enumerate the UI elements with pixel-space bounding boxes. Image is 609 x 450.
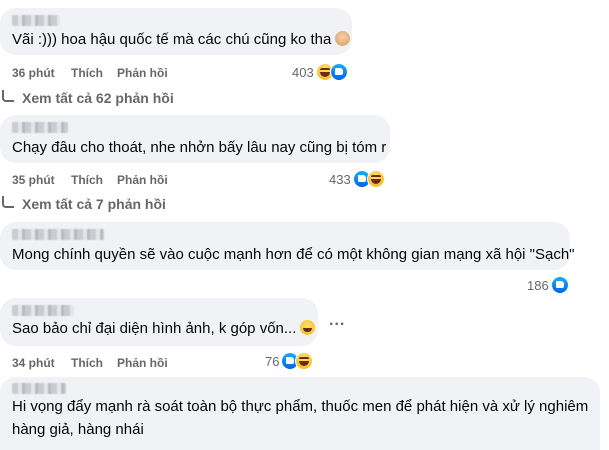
reply-link[interactable]: Phản hồi (117, 356, 168, 370)
comment-text: Vãi :))) hoa hậu quốc tế mà các chú cũng… (12, 30, 351, 50)
comment-time[interactable]: 35 phút (12, 173, 55, 187)
comment-time[interactable]: 34 phút (12, 356, 55, 370)
reply-link[interactable]: Phản hồi (117, 66, 168, 80)
woman-emoji-icon (335, 31, 351, 46)
commenter-name-blurred[interactable] (12, 229, 104, 240)
like-link[interactable]: Thích (71, 66, 103, 80)
reaction-count: 186 (527, 277, 549, 293)
comment-actions: 35 phút Thích Phản hồi (12, 173, 312, 187)
reaction-count: 403 (292, 64, 314, 80)
reaction-count: 433 (329, 171, 351, 187)
see-all-label: Xem tất cả 62 phản hồi (22, 90, 174, 106)
reaction-summary[interactable]: 433 (329, 170, 385, 188)
see-all-label: Xem tất cả 7 phản hồi (22, 196, 166, 212)
reaction-summary[interactable]: 403 (292, 63, 348, 81)
like-reaction-icon (329, 63, 348, 81)
laughing-emoji-icon (300, 320, 316, 335)
commenter-name-blurred[interactable] (12, 305, 74, 316)
commenter-name-blurred[interactable] (12, 383, 66, 394)
reply-arrow-icon (2, 90, 14, 102)
comment-bubble: Sao bảo chỉ đại diện hình ảnh, k góp vốn… (0, 298, 318, 346)
comment-bubble: Chạy đâu cho thoát, nhe nhởn bấy lâu nay… (0, 115, 390, 163)
reaction-summary[interactable]: 186 (527, 276, 569, 294)
comment-bubble: Hi vọng đẩy mạnh rà soát toàn bộ thực ph… (0, 377, 600, 450)
more-options-button[interactable]: ... (329, 312, 345, 330)
reaction-count: 76 (265, 353, 280, 369)
like-link[interactable]: Thích (71, 356, 103, 370)
reply-arrow-icon (2, 196, 14, 208)
reply-link[interactable]: Phản hồi (117, 173, 168, 187)
haha-reaction-icon (295, 352, 314, 370)
like-reaction-icon (550, 276, 569, 294)
comment-bubble: Vãi :))) hoa hậu quốc tế mà các chú cũng… (0, 8, 352, 55)
comment-actions: 36 phút Thích Phản hồi (12, 66, 312, 80)
see-all-replies-link[interactable]: Xem tất cả 7 phản hồi (2, 196, 166, 212)
comment-text-line-2: hàng giả, hàng nhái (12, 421, 144, 438)
comment-time[interactable]: 36 phút (12, 66, 55, 80)
reaction-summary[interactable]: 76 (265, 352, 314, 370)
haha-reaction-icon (366, 170, 385, 188)
commenter-name-blurred[interactable] (12, 15, 60, 26)
comment-text: Chạy đâu cho thoát, nhe nhởn bấy lâu nay… (12, 139, 387, 156)
see-all-replies-link[interactable]: Xem tất cả 62 phản hồi (2, 90, 174, 106)
comment-text: Sao bảo chỉ đại diện hình ảnh, k góp vốn… (12, 319, 316, 339)
comment-text-line-1: Hi vọng đẩy mạnh rà soát toàn bộ thực ph… (12, 398, 589, 415)
comment-text: Mong chính quyền sẽ vào cuộc mạnh hơn để… (12, 246, 575, 263)
commenter-name-blurred[interactable] (12, 122, 68, 133)
like-link[interactable]: Thích (71, 173, 103, 187)
comment-bubble: Mong chính quyền sẽ vào cuộc mạnh hơn để… (0, 222, 575, 270)
